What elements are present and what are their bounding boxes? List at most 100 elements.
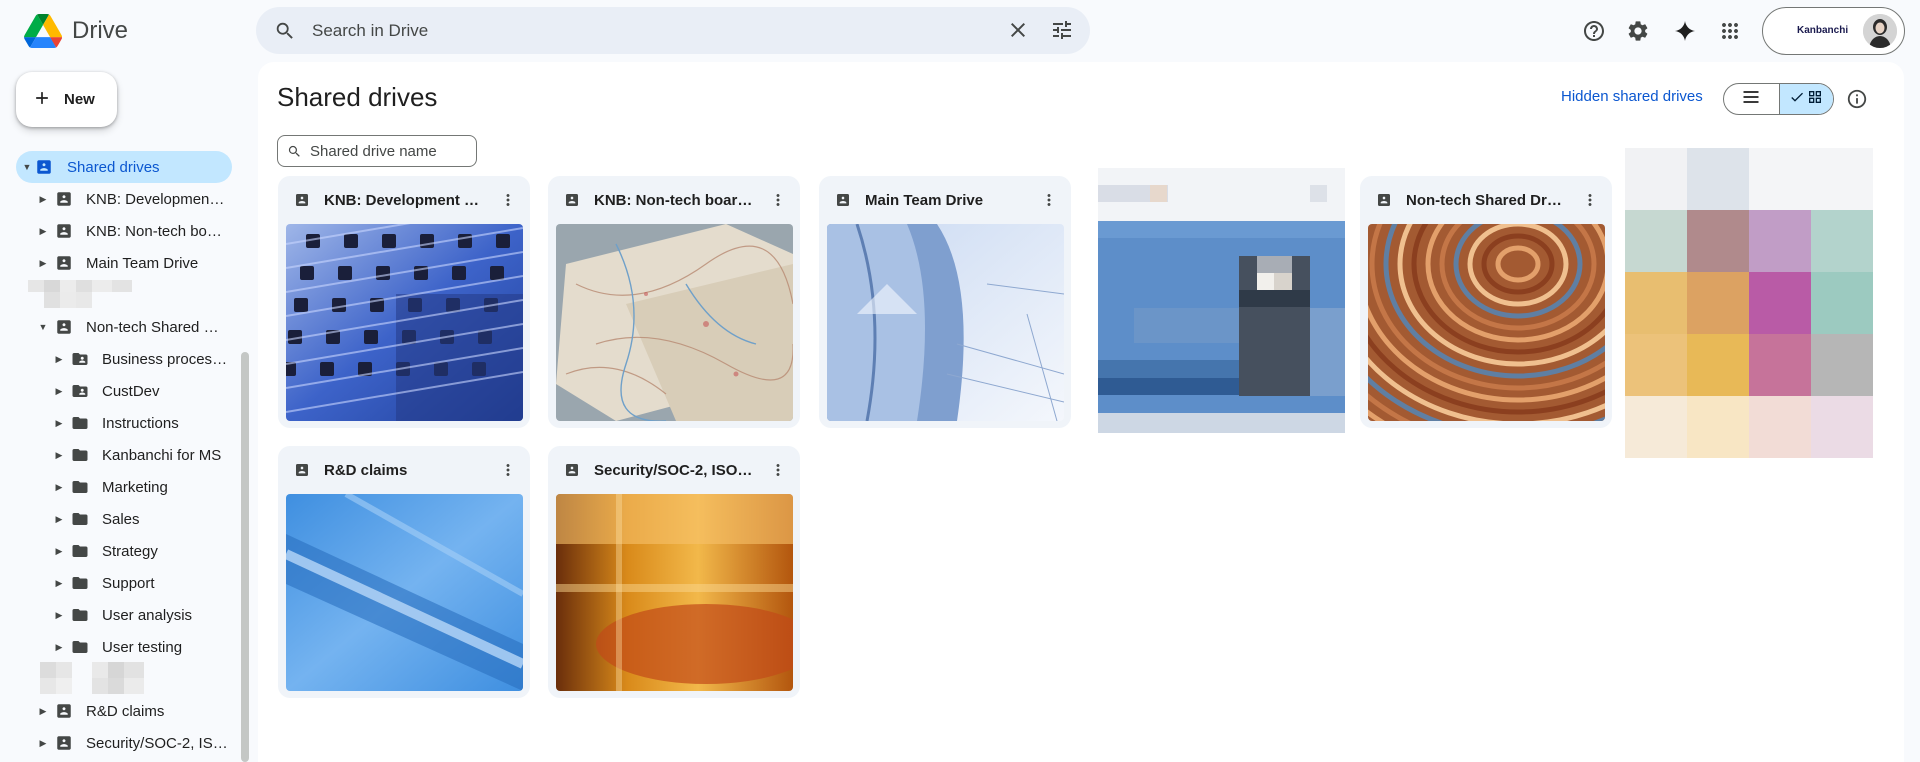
- sidebar-tree-item[interactable]: ▶ KNB: Development boards: [38, 183, 232, 215]
- shared-drive-name-input[interactable]: [310, 136, 470, 166]
- more-vert-icon[interactable]: [1039, 190, 1059, 210]
- new-button-label: New: [64, 91, 95, 108]
- expand-arrow-icon[interactable]: ▶: [54, 450, 64, 461]
- drive-card[interactable]: Non-tech Shared Drive: [1360, 176, 1612, 428]
- drive-card-header: KNB: Development boards: [278, 176, 530, 224]
- shared-drive-icon: [54, 701, 74, 721]
- tune-icon[interactable]: [1050, 18, 1074, 47]
- sidebar-tree-item[interactable]: ▶ Marketing: [54, 471, 232, 503]
- avatar[interactable]: [1863, 14, 1897, 48]
- sidebar-tree-item[interactable]: ▶ Main Team Drive: [38, 247, 232, 279]
- expand-arrow-icon[interactable]: ▶: [54, 610, 64, 621]
- shared-drive-filter[interactable]: [277, 135, 477, 167]
- shared-drive-icon: [54, 221, 74, 241]
- sidebar-tree-item[interactable]: ▶ R&D claims: [38, 695, 232, 727]
- sidebar-tree-item[interactable]: ▶ Support: [54, 567, 232, 599]
- sidebar-item-label: KNB: Non-tech boards: [86, 222, 228, 240]
- expand-arrow-icon[interactable]: ▶: [54, 354, 64, 365]
- sidebar-item-label: CustDev: [102, 382, 160, 400]
- sidebar-item-label: Security/SOC-2, ISO, GDPR: [86, 734, 228, 752]
- check-icon: [1789, 89, 1805, 110]
- grid-view-button[interactable]: [1778, 84, 1833, 114]
- sidebar-tree-item[interactable]: ▶ Strategy: [54, 535, 232, 567]
- expand-arrow-icon[interactable]: ▶: [38, 738, 48, 749]
- sidebar-item-label: Non-tech Shared Drive: [86, 318, 228, 336]
- account-switcher[interactable]: Kanbanchi: [1762, 7, 1905, 55]
- expand-arrow-icon[interactable]: ▼: [22, 162, 32, 172]
- sidebar-tree-item[interactable]: ▶ KNB: Non-tech boards: [38, 215, 232, 247]
- shared-drive-icon: [564, 192, 580, 208]
- more-vert-icon[interactable]: [768, 460, 788, 480]
- sidebar-tree-item[interactable]: ▶ Security/SOC-2, ISO, GDPR: [38, 727, 232, 759]
- drive-card-thumbnail[interactable]: [286, 494, 523, 691]
- drive-card-header: Security/SOC-2, ISO, GDPR: [548, 446, 800, 494]
- shared-drive-icon: [294, 192, 310, 208]
- expand-arrow-icon[interactable]: ▶: [54, 578, 64, 589]
- search-input[interactable]: [312, 7, 932, 54]
- sidebar-tree-item[interactable]: ▼ Non-tech Shared Drive: [38, 311, 232, 343]
- folder-icon: [70, 509, 90, 529]
- sidebar-scrollbar[interactable]: [241, 352, 249, 762]
- expand-arrow-icon[interactable]: ▶: [54, 418, 64, 429]
- drive-card-thumbnail[interactable]: [556, 224, 793, 421]
- expand-arrow-icon[interactable]: ▶: [54, 546, 64, 557]
- expand-arrow-icon[interactable]: ▶: [38, 258, 48, 269]
- drive-card-thumbnail[interactable]: [286, 224, 523, 421]
- expand-arrow-icon[interactable]: ▶: [38, 226, 48, 237]
- expand-arrow-icon[interactable]: ▼: [38, 322, 48, 332]
- grid-view-icon: [1807, 89, 1823, 110]
- drive-card-header: R&D claims: [278, 446, 530, 494]
- drive-card-thumbnail[interactable]: [1368, 224, 1605, 421]
- expand-arrow-icon[interactable]: ▶: [54, 482, 64, 493]
- drive-card[interactable]: Security/SOC-2, ISO, GDPR: [548, 446, 800, 698]
- sidebar-tree-item[interactable]: ▶ Kanbanchi for MS: [54, 439, 232, 471]
- shared-drive-icon: [1376, 192, 1392, 208]
- expand-arrow-icon[interactable]: ▶: [54, 514, 64, 525]
- gemini-icon[interactable]: [1668, 14, 1702, 48]
- app-name: Drive: [72, 17, 129, 44]
- sidebar-tree-item[interactable]: ▶ User testing: [54, 631, 232, 663]
- sidebar-tree-item[interactable]: ▶ Sales: [54, 503, 232, 535]
- hidden-shared-drives-link[interactable]: Hidden shared drives: [1561, 88, 1703, 105]
- apps-icon[interactable]: [1713, 14, 1747, 48]
- expand-arrow-icon[interactable]: ▶: [54, 642, 64, 653]
- settings-icon[interactable]: [1621, 14, 1655, 48]
- sidebar-item-label: Kanbanchi for MS: [102, 446, 222, 464]
- shared-drive-icon: [54, 317, 74, 337]
- sidebar-item-label: Shared drives: [67, 158, 160, 176]
- drive-logo-icon: [24, 14, 62, 48]
- list-view-button[interactable]: [1724, 84, 1779, 114]
- more-vert-icon[interactable]: [1580, 190, 1600, 210]
- drive-logo[interactable]: Drive: [24, 14, 128, 48]
- sidebar-item-label: Instructions: [102, 414, 179, 432]
- drive-card[interactable]: KNB: Non-tech boards: [548, 176, 800, 428]
- expand-arrow-icon[interactable]: ▶: [38, 194, 48, 205]
- expand-arrow-icon[interactable]: ▶: [38, 706, 48, 717]
- drive-card[interactable]: Main Team Drive: [819, 176, 1071, 428]
- page-title: Shared drives: [277, 82, 438, 112]
- sidebar-tree-item[interactable]: ▶ User analysis: [54, 599, 232, 631]
- sidebar-tree-item[interactable]: ▶ CustDev: [54, 375, 232, 407]
- more-vert-icon[interactable]: [498, 190, 518, 210]
- sidebar-tree-item[interactable]: ▶ Business processes: [54, 343, 232, 375]
- search-icon: [287, 144, 302, 164]
- shared-drive-icon: [294, 462, 310, 478]
- more-vert-icon[interactable]: [498, 460, 518, 480]
- new-button[interactable]: New: [16, 72, 117, 127]
- drive-card[interactable]: R&D claims: [278, 446, 530, 698]
- drive-card-header: Main Team Drive: [819, 176, 1071, 224]
- more-vert-icon[interactable]: [768, 190, 788, 210]
- drive-card-thumbnail[interactable]: [827, 224, 1064, 421]
- expand-arrow-icon[interactable]: ▶: [54, 386, 64, 397]
- sidebar-tree-item[interactable]: ▶ Instructions: [54, 407, 232, 439]
- info-icon[interactable]: [1846, 88, 1868, 115]
- search-bar[interactable]: [256, 7, 1090, 54]
- view-toggle[interactable]: [1723, 83, 1834, 115]
- drive-card[interactable]: KNB: Development boards: [278, 176, 530, 428]
- help-icon[interactable]: [1577, 14, 1611, 48]
- sidebar-item-shared-drives[interactable]: ▼ Shared drives: [16, 151, 232, 183]
- clear-icon[interactable]: [1006, 18, 1030, 47]
- org-name: Kanbanchi: [1797, 25, 1849, 36]
- search-icon[interactable]: [274, 20, 296, 47]
- drive-card-thumbnail[interactable]: [556, 494, 793, 691]
